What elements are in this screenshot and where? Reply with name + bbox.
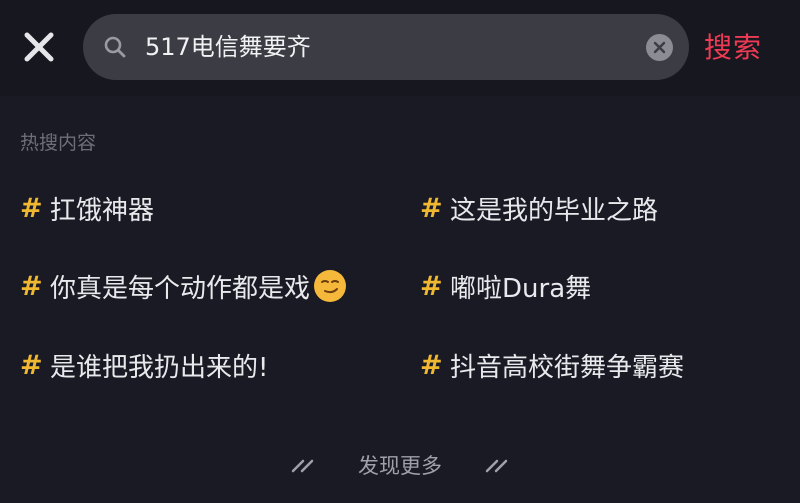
hot-topic-label: 抖音高校街舞争霸赛: [450, 352, 685, 383]
hot-topic-item[interactable]: # 这是我的毕业之路: [420, 188, 658, 228]
hashtag-icon: #: [420, 349, 443, 381]
search-icon: [104, 36, 126, 58]
hot-topic-label: 扛饿神器: [50, 195, 155, 226]
hot-topic-item[interactable]: # 抖音高校街舞争霸赛: [420, 345, 684, 385]
hashtag-icon: #: [20, 349, 43, 381]
discover-more-button[interactable]: 发现更多: [0, 446, 800, 484]
hot-topic-label: 这是我的毕业之路: [450, 195, 659, 226]
hashtag-icon: #: [20, 192, 43, 224]
hashtag-icon: #: [420, 192, 443, 224]
hot-topic-label: 是谁把我扔出来的!: [50, 352, 269, 383]
hot-search-title: 热搜内容: [20, 132, 97, 154]
clear-search-button[interactable]: [646, 34, 673, 61]
close-icon: [24, 32, 54, 62]
hot-topic-item[interactable]: # 你真是每个动作都是戏: [20, 266, 347, 306]
smirk-emoji-icon: [314, 270, 347, 302]
search-submit-button[interactable]: 搜索: [704, 26, 762, 66]
left-slash-decoration-icon: [291, 459, 314, 473]
hot-topic-item[interactable]: # 扛饿神器: [20, 188, 154, 228]
right-slash-decoration-icon: [485, 459, 508, 473]
hot-topic-item[interactable]: # 嘟啦Dura舞: [420, 266, 591, 306]
hot-topic-label: 嘟啦Dura舞: [450, 273, 592, 304]
hot-topic-item[interactable]: # 是谁把我扔出来的!: [20, 345, 268, 385]
discover-more-label: 发现更多: [358, 454, 442, 478]
top-bar: 搜索: [0, 0, 800, 96]
hot-topic-label: 你真是每个动作都是戏: [50, 273, 311, 304]
search-box[interactable]: [83, 14, 689, 80]
hashtag-icon: #: [420, 270, 443, 302]
close-button[interactable]: [18, 26, 60, 68]
clear-icon: [653, 41, 666, 54]
hashtag-icon: #: [20, 270, 43, 302]
search-input[interactable]: [145, 28, 615, 66]
